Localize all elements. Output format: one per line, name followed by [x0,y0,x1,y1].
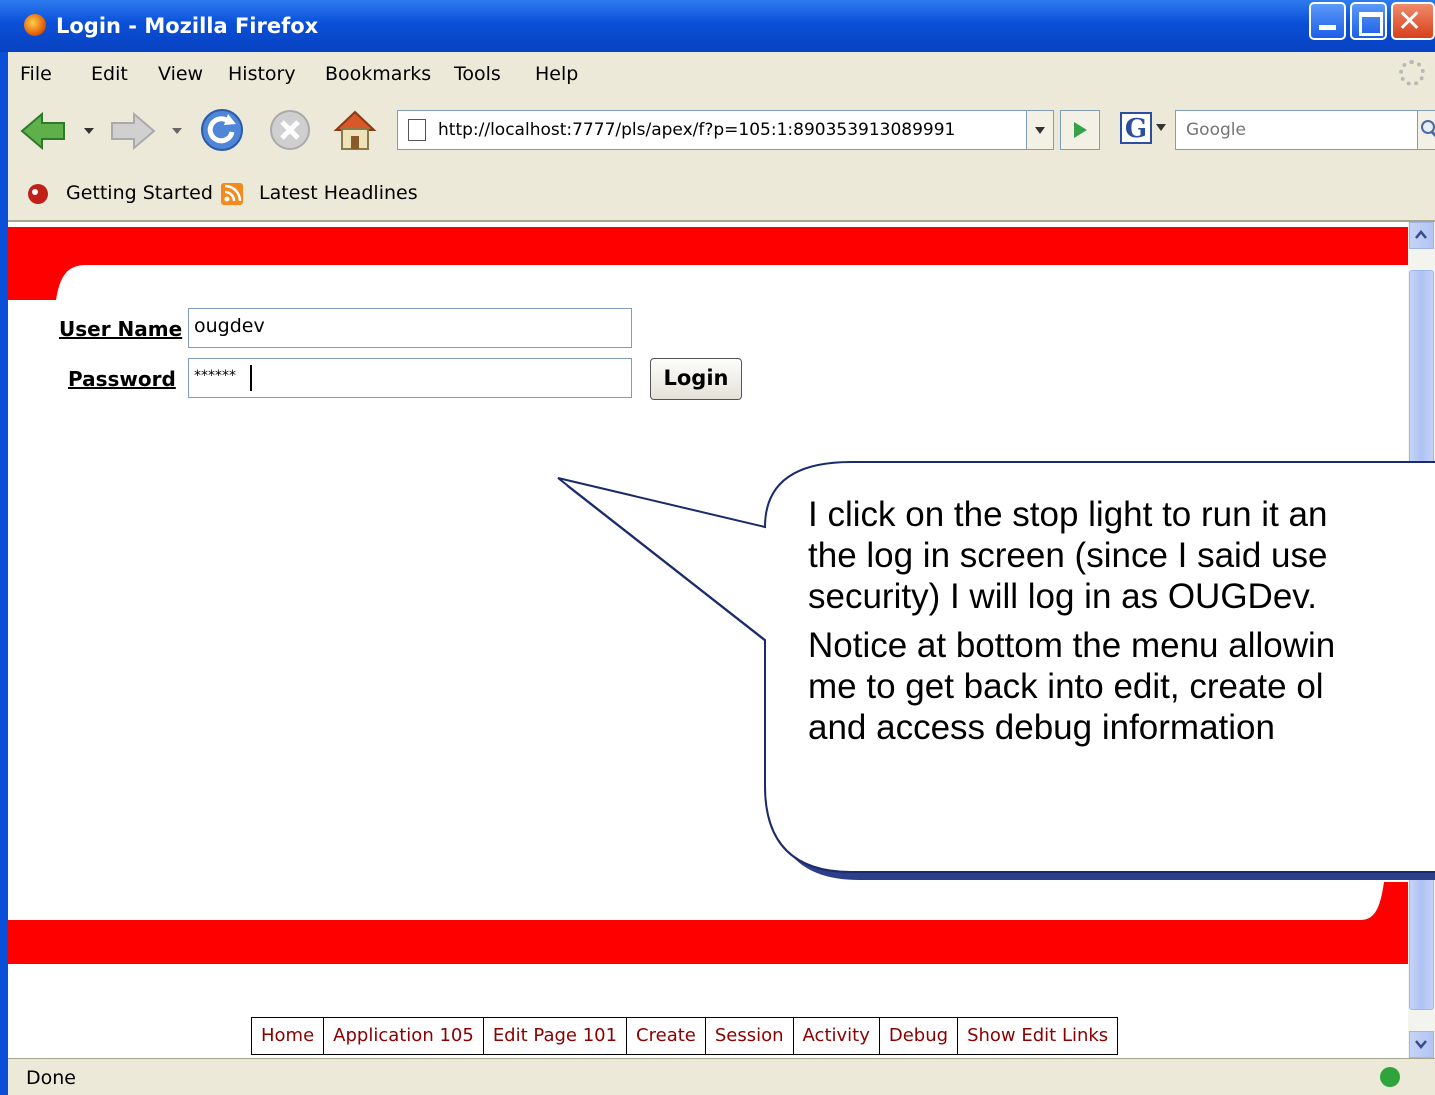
password-label: Password [68,367,176,391]
search-box[interactable] [1175,110,1419,150]
url-text: http://localhost:7777/pls/apex/f?p=105:1… [438,120,956,140]
dev-edit-page-link[interactable]: Edit Page 101 [484,1018,628,1054]
magnifier-icon [1421,120,1435,138]
menu-tools[interactable]: Tools [454,63,501,85]
dev-application-link[interactable]: Application 105 [324,1018,484,1054]
dev-activity-link[interactable]: Activity [794,1018,880,1054]
go-button[interactable] [1060,110,1100,150]
forward-dropdown-icon [172,128,182,134]
search-input[interactable] [1184,119,1408,141]
scroll-up-button[interactable] [1409,222,1434,249]
footer-banner [8,882,1408,964]
dev-create-link[interactable]: Create [627,1018,706,1054]
back-dropdown-icon [84,128,94,134]
bookmark-getting-started[interactable]: Getting Started [66,182,213,204]
menu-file[interactable]: File [20,63,52,85]
connection-ok-icon [1380,1067,1400,1087]
bookmark-latest-headlines[interactable]: Latest Headlines [259,182,418,204]
search-engine-dropdown-icon [1156,124,1166,131]
username-field[interactable]: ougdev [188,308,632,348]
google-icon: G [1120,112,1152,144]
chevron-up-icon [1415,230,1427,239]
password-field[interactable]: ****** [188,358,632,398]
rss-feed-icon [221,183,243,205]
password-value: ****** [194,368,236,384]
text-cursor [250,365,252,391]
status-text: Done [26,1067,76,1089]
minimize-icon [1319,25,1336,30]
forward-arrow-icon [111,111,156,151]
home-icon [333,110,377,131]
close-button[interactable]: ✕ [1391,2,1435,40]
throbber-icon [1399,60,1425,86]
dev-home-link[interactable]: Home [252,1018,325,1054]
username-label: User Name [59,317,183,341]
getting-started-icon [28,184,48,204]
menu-help[interactable]: Help [535,63,578,85]
dev-session-link[interactable]: Session [706,1018,794,1054]
callout-line: the log in screen (since I said use [808,536,1328,575]
maximize-icon [1359,12,1383,36]
firefox-window: Login - Mozilla Firefox ✕ File Edit View… [0,0,1435,1095]
firefox-icon [24,14,46,36]
search-engine-selector[interactable]: G [1116,110,1180,150]
developer-toolbar: Home Application 105 Edit Page 101 Creat… [251,1017,1119,1055]
menu-view[interactable]: View [158,63,203,85]
callout-line: security) I will log in as OUGDev. [808,577,1317,616]
window-title: Login - Mozilla Firefox [56,14,319,38]
back-button[interactable] [18,108,98,154]
scroll-down-button[interactable] [1409,1031,1434,1058]
login-button[interactable]: Login [650,358,742,400]
callout-line: I click on the stop light to run it an [808,495,1328,534]
maximize-button[interactable] [1350,2,1387,40]
dev-debug-link[interactable]: Debug [880,1018,959,1054]
url-bar[interactable]: http://localhost:7777/pls/apex/f?p=105:1… [397,110,1027,150]
menu-bookmarks[interactable]: Bookmarks [325,63,431,85]
status-bar: Done [8,1058,1435,1095]
minimize-button[interactable] [1309,2,1346,40]
reload-button[interactable] [198,106,246,154]
callout-line: me to get back into edit, create ol [808,667,1324,706]
forward-button[interactable] [108,108,188,154]
navigation-toolbar: http://localhost:7777/pls/apex/f?p=105:1… [8,96,1435,166]
menu-edit[interactable]: Edit [91,63,128,85]
menu-history[interactable]: History [228,63,296,85]
menu-bar: File Edit View History Bookmarks Tools H… [8,52,1435,96]
bookmarks-toolbar: Getting Started Latest Headlines [8,166,1435,222]
stop-button[interactable] [266,106,314,154]
search-button[interactable] [1417,110,1435,150]
dev-show-edit-links[interactable]: Show Edit Links [958,1018,1117,1054]
username-value: ougdev [194,315,265,337]
title-bar: Login - Mozilla Firefox ✕ [0,0,1435,52]
callout-text: I click on the stop light to run it an t… [808,494,1435,756]
window-border [0,52,8,1095]
callout-line: and access debug information [808,708,1275,747]
close-icon: ✕ [1397,4,1423,39]
page-icon [408,119,426,141]
header-banner [8,227,1408,300]
home-button[interactable] [330,104,380,154]
callout-line: Notice at bottom the menu allowin [808,626,1336,665]
url-history-dropdown[interactable] [1026,110,1054,150]
back-arrow-icon [20,111,65,151]
chevron-down-icon [1415,1040,1427,1049]
